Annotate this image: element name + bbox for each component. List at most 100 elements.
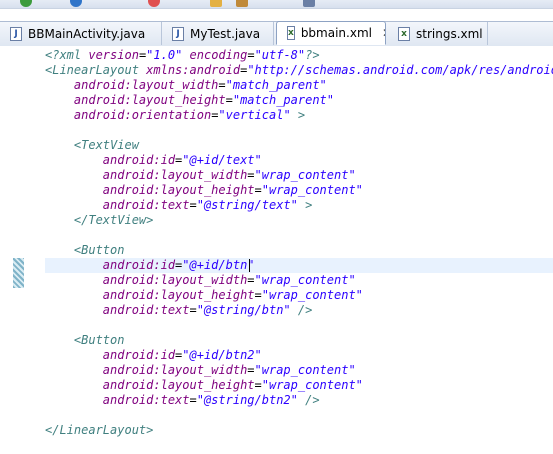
code-token: "wrap_content" — [254, 168, 356, 182]
code-token: <LinearLayout — [45, 63, 147, 77]
code-line: android:text="@string/text" > — [45, 198, 313, 213]
annotation-ruler — [0, 46, 30, 454]
code-token: = — [254, 378, 262, 392]
code-token: "@string/btn" — [196, 303, 291, 317]
code-line: android:layout_width="wrap_content" — [45, 363, 356, 378]
code-token: "wrap_content" — [254, 363, 356, 377]
code-line: <Button — [45, 243, 125, 258]
tab-label: strings.xml — [416, 26, 483, 41]
code-token: = — [247, 363, 255, 377]
code-token: = — [189, 303, 197, 317]
code-line: android:layout_height="wrap_content" — [45, 288, 363, 303]
code-line: android:layout_height="match_parent" — [45, 93, 334, 108]
code-token: android:layout_height — [102, 183, 255, 197]
code-token: "@+id/btn" — [182, 258, 255, 272]
code-line: </LinearLayout> — [45, 423, 153, 438]
code-token: android:id — [102, 348, 176, 362]
run-icon[interactable] — [20, 0, 32, 7]
code-line: <TextView — [45, 138, 139, 153]
tab-mytest-java[interactable]: J MyTest.java — [162, 22, 274, 45]
xml-file-icon: x — [398, 26, 410, 41]
code-line: android:id="@+id/btn" — [45, 258, 255, 273]
code-token: "wrap_content" — [261, 288, 363, 302]
code-line: </TextView> — [45, 213, 153, 228]
stop-icon[interactable] — [148, 0, 160, 7]
tab-strings-xml[interactable]: x strings.xml — [388, 22, 488, 45]
code-token: "@string/btn2" — [196, 393, 298, 407]
code-token: <?xml — [45, 48, 89, 62]
code-token: android:id — [102, 153, 176, 167]
code-line: <?xml version="1.0" encoding="utf-8"?> — [45, 48, 320, 63]
code-token: "utf-8" — [254, 48, 306, 62]
code-token: = — [247, 273, 255, 287]
code-token: = — [254, 183, 262, 197]
tab-bbmain-xml[interactable]: x bbmain.xml ✕ — [276, 21, 386, 45]
code-token: /> — [290, 303, 313, 317]
code-line: android:layout_height="wrap_content" — [45, 378, 363, 393]
code-token: android:layout_height — [102, 288, 255, 302]
java-file-icon: J — [172, 26, 184, 41]
code-token: xmlns:android — [146, 63, 241, 77]
code-line: android:layout_height="wrap_content" — [45, 183, 363, 198]
code-token: android:orientation — [73, 108, 212, 122]
code-token: > — [297, 198, 313, 212]
code-token: <Button — [73, 333, 125, 347]
code-token: "match_parent" — [225, 78, 327, 92]
code-token: "@+id/btn2" — [182, 348, 262, 362]
code-token: = — [254, 288, 262, 302]
java-file-icon: J — [10, 26, 22, 41]
debug-icon[interactable] — [70, 0, 82, 7]
code-token: </LinearLayout> — [45, 423, 154, 437]
code-token: <Button — [73, 243, 125, 257]
close-icon[interactable]: ✕ — [382, 26, 385, 40]
code-token: "vertical" — [218, 108, 291, 122]
code-token: android:text — [102, 303, 190, 317]
code-token: "@string/text" — [196, 198, 298, 212]
tab-label: bbmain.xml — [300, 26, 372, 40]
code-line: android:layout_width="wrap_content" — [45, 273, 356, 288]
tab-label: MyTest.java — [190, 26, 261, 41]
tab-bbmainactivity-java[interactable]: J BBMainActivity.java — [0, 22, 162, 45]
code-token: encoding — [189, 48, 248, 62]
code-token: "wrap_content" — [261, 183, 363, 197]
occurrence-marker — [13, 258, 24, 288]
code-token: android:text — [102, 393, 190, 407]
nav-icon[interactable] — [303, 0, 315, 7]
code-token: = — [189, 198, 197, 212]
code-token: = — [189, 393, 197, 407]
code-token: "@+id/text" — [182, 153, 262, 167]
code-token: android:text — [102, 198, 190, 212]
xml-source-editor[interactable]: <?xml version="1.0" encoding="utf-8"?> <L… — [0, 46, 553, 454]
code-line: android:layout_width="wrap_content" — [45, 168, 356, 183]
code-token: "1.0" — [146, 48, 183, 62]
code-line: android:id="@+id/text" — [45, 153, 262, 168]
code-line: android:text="@string/btn" /> — [45, 303, 313, 318]
code-token: > — [290, 108, 306, 122]
code-token: "wrap_content" — [254, 273, 356, 287]
code-token: = — [247, 168, 255, 182]
code-token: <TextView — [73, 138, 139, 152]
code-token: "wrap_content" — [261, 378, 363, 392]
edit-icon[interactable] — [236, 0, 248, 7]
code-token: android:layout_width — [102, 273, 248, 287]
editor-tab-bar: J BBMainActivity.java J MyTest.java x bb… — [0, 21, 553, 47]
folder-icon[interactable] — [210, 0, 222, 7]
toolbar-strip — [0, 0, 553, 9]
code-token: </TextView> — [73, 213, 154, 227]
code-token: android:layout_width — [102, 363, 248, 377]
code-token: = — [218, 78, 226, 92]
